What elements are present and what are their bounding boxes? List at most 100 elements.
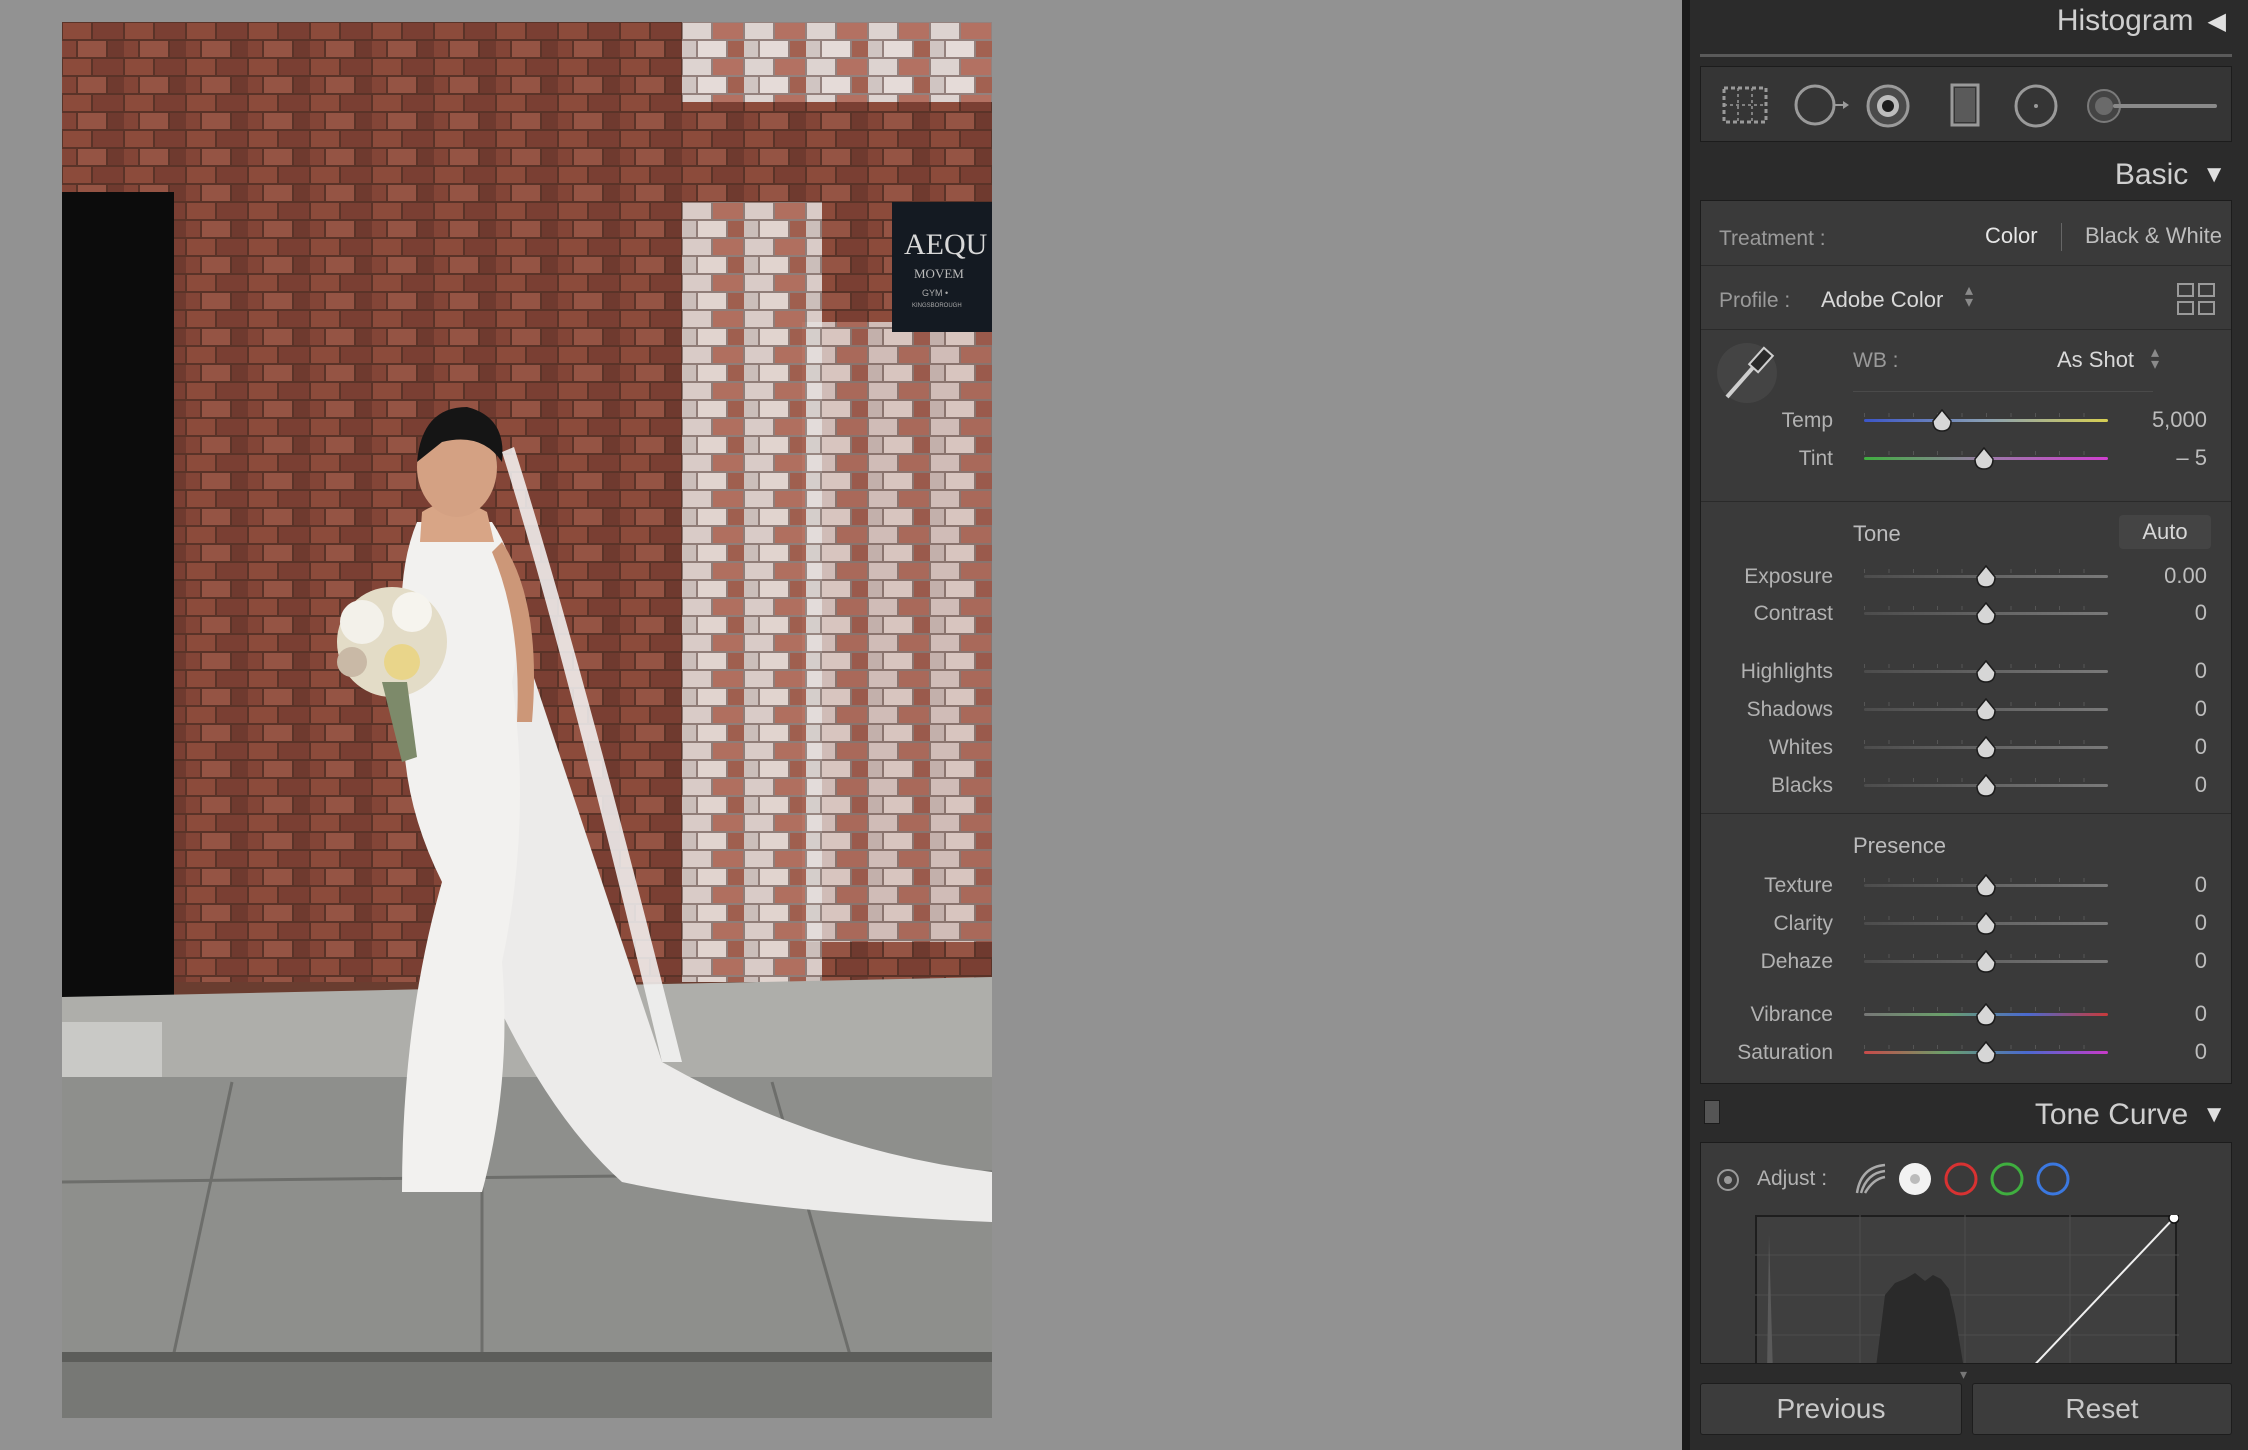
temp-value[interactable]: 5,000 xyxy=(2152,407,2207,433)
exposure-label: Exposure xyxy=(1744,565,1833,588)
red-eye-icon[interactable] xyxy=(1865,83,1911,129)
histogram-header[interactable]: Histogram ◀ xyxy=(2057,4,2226,38)
eyedropper-icon[interactable] xyxy=(1717,339,1781,407)
profile-stepper-icon[interactable]: ▴ ▾ xyxy=(1965,283,1973,311)
saturation-label: Saturation xyxy=(1737,1041,1833,1064)
adjust-label: Adjust : xyxy=(1757,1167,1828,1190)
tone-label: Tone xyxy=(1853,521,1901,546)
sign-text-4: KINGSBOROUGH xyxy=(912,303,962,309)
profile-label: Profile : xyxy=(1719,289,1791,312)
histogram-title: Histogram xyxy=(2056,4,2194,37)
profile-browser-icon[interactable] xyxy=(2177,283,2217,317)
texture-value[interactable]: 0 xyxy=(2195,872,2207,898)
highlights-label: Highlights xyxy=(1740,660,1833,683)
blacks-slider-row: Blacks 0 xyxy=(1701,766,2231,804)
collapse-down-icon[interactable]: ▼ xyxy=(2202,1101,2226,1129)
panel-scroll-indicator-icon: ▾ xyxy=(1960,1366,1968,1382)
blue-channel-icon[interactable] xyxy=(2033,1159,2073,1199)
clarity-slider-row: Clarity 0 xyxy=(1701,904,2231,942)
texture-label: Texture xyxy=(1764,874,1833,897)
profile-select[interactable]: Adobe Color xyxy=(1821,287,1943,313)
wb-stepper-icon[interactable]: ▴ ▾ xyxy=(2151,345,2159,373)
exposure-value[interactable]: 0.00 xyxy=(2164,563,2207,589)
panel-divider[interactable] xyxy=(1682,0,1690,1450)
tone-curve-toggle[interactable] xyxy=(1704,1100,1720,1124)
basic-panel: Treatment : Color Black & White Profile … xyxy=(1700,200,2232,1084)
separator xyxy=(1701,265,2231,266)
green-channel-icon[interactable] xyxy=(1987,1159,2027,1199)
treatment-bw-button[interactable]: Black & White xyxy=(2085,223,2222,249)
photo-preview[interactable]: AEQU MOVEM GYM • KINGSBOROUGH xyxy=(62,22,992,1418)
tint-label: Tint xyxy=(1798,447,1833,470)
crop-overlay-icon[interactable] xyxy=(1721,85,1769,125)
tool-strip xyxy=(1700,66,2232,142)
temp-label: Temp xyxy=(1781,409,1833,432)
temp-track[interactable] xyxy=(1864,419,2108,422)
presence-label: Presence xyxy=(1853,833,1946,858)
dehaze-value[interactable]: 0 xyxy=(2195,948,2207,974)
contrast-label: Contrast xyxy=(1753,602,1833,625)
spot-removal-icon[interactable] xyxy=(1793,83,1849,127)
sign-text: AEQU xyxy=(904,228,988,261)
radial-filter-icon[interactable] xyxy=(2013,83,2059,129)
point-curve-white-icon[interactable] xyxy=(1895,1159,1935,1199)
tone-curve-header[interactable]: Tone Curve ▼ xyxy=(2035,1098,2226,1132)
image-canvas[interactable]: AEQU MOVEM GYM • KINGSBOROUGH xyxy=(0,0,1682,1450)
reset-button[interactable]: Reset xyxy=(1972,1383,2232,1435)
treatment-separator xyxy=(2061,223,2062,251)
contrast-value[interactable]: 0 xyxy=(2195,600,2207,626)
separator xyxy=(1701,813,2231,814)
collapse-down-icon[interactable]: ▼ xyxy=(2202,161,2226,189)
shadows-label: Shadows xyxy=(1746,698,1833,721)
separator xyxy=(1701,329,2231,330)
previous-button-label: Previous xyxy=(1776,1393,1886,1424)
wb-underline xyxy=(1853,391,2153,392)
dehaze-label: Dehaze xyxy=(1760,950,1833,973)
vibrance-value[interactable]: 0 xyxy=(2195,1001,2207,1027)
wb-select[interactable]: As Shot xyxy=(2057,347,2134,373)
wedding-photo: AEQU MOVEM GYM • KINGSBOROUGH xyxy=(62,22,992,1418)
clarity-label: Clarity xyxy=(1773,912,1833,935)
tint-slider-row: Tint – 5 xyxy=(1701,439,2231,477)
red-channel-icon[interactable] xyxy=(1941,1159,1981,1199)
whites-value[interactable]: 0 xyxy=(2195,734,2207,760)
separator xyxy=(1701,501,2231,502)
dehaze-slider-row: Dehaze 0 xyxy=(1701,942,2231,980)
basic-title: Basic xyxy=(2114,158,2189,191)
temp-ticks xyxy=(1864,413,2108,417)
shadows-value[interactable]: 0 xyxy=(2195,696,2207,722)
treatment-label: Treatment : xyxy=(1719,227,1826,250)
treatment-color-button[interactable]: Color xyxy=(1985,223,2038,249)
target-adjust-icon[interactable] xyxy=(1715,1167,1741,1193)
saturation-slider-row: Saturation 0 xyxy=(1701,1033,2231,1071)
expand-left-icon[interactable]: ◀ xyxy=(2208,7,2226,36)
parametric-curve-icon[interactable] xyxy=(1851,1159,1891,1199)
vibrance-label: Vibrance xyxy=(1750,1003,1833,1026)
sign-text-3: GYM • xyxy=(922,288,948,298)
basic-header[interactable]: Basic ▼ xyxy=(2115,158,2226,192)
blacks-label: Blacks xyxy=(1771,774,1833,797)
shadows-slider-row: Shadows 0 xyxy=(1701,690,2231,728)
highlights-slider-row: Highlights 0 xyxy=(1701,652,2231,690)
temp-slider-row: Temp 5,000 xyxy=(1701,401,2231,439)
adjustment-brush-icon[interactable] xyxy=(2085,87,2219,125)
clarity-value[interactable]: 0 xyxy=(2195,910,2207,936)
tint-value[interactable]: – 5 xyxy=(2176,445,2207,471)
highlights-value[interactable]: 0 xyxy=(2195,658,2207,684)
saturation-value[interactable]: 0 xyxy=(2195,1039,2207,1065)
graduated-filter-icon[interactable] xyxy=(1947,81,1983,129)
tone-curve-title: Tone Curve xyxy=(2034,1098,2189,1131)
vibrance-slider-row: Vibrance 0 xyxy=(1701,995,2231,1033)
wb-label: WB : xyxy=(1853,349,1899,372)
contrast-slider-row: Contrast 0 xyxy=(1701,594,2231,632)
whites-slider-row: Whites 0 xyxy=(1701,728,2231,766)
reset-button-label: Reset xyxy=(2065,1393,2139,1424)
develop-panel: Histogram ◀ Basic ▼ Treatment: Color Bl… xyxy=(1690,0,2248,1450)
blacks-value[interactable]: 0 xyxy=(2195,772,2207,798)
whites-label: Whites xyxy=(1768,736,1833,759)
tone-curve-graph[interactable] xyxy=(1755,1215,2179,1364)
auto-button[interactable]: Auto xyxy=(2119,515,2211,549)
texture-slider-row: Texture 0 xyxy=(1701,866,2231,904)
auto-button-label: Auto xyxy=(2142,519,2188,544)
previous-button[interactable]: Previous xyxy=(1700,1383,1962,1435)
